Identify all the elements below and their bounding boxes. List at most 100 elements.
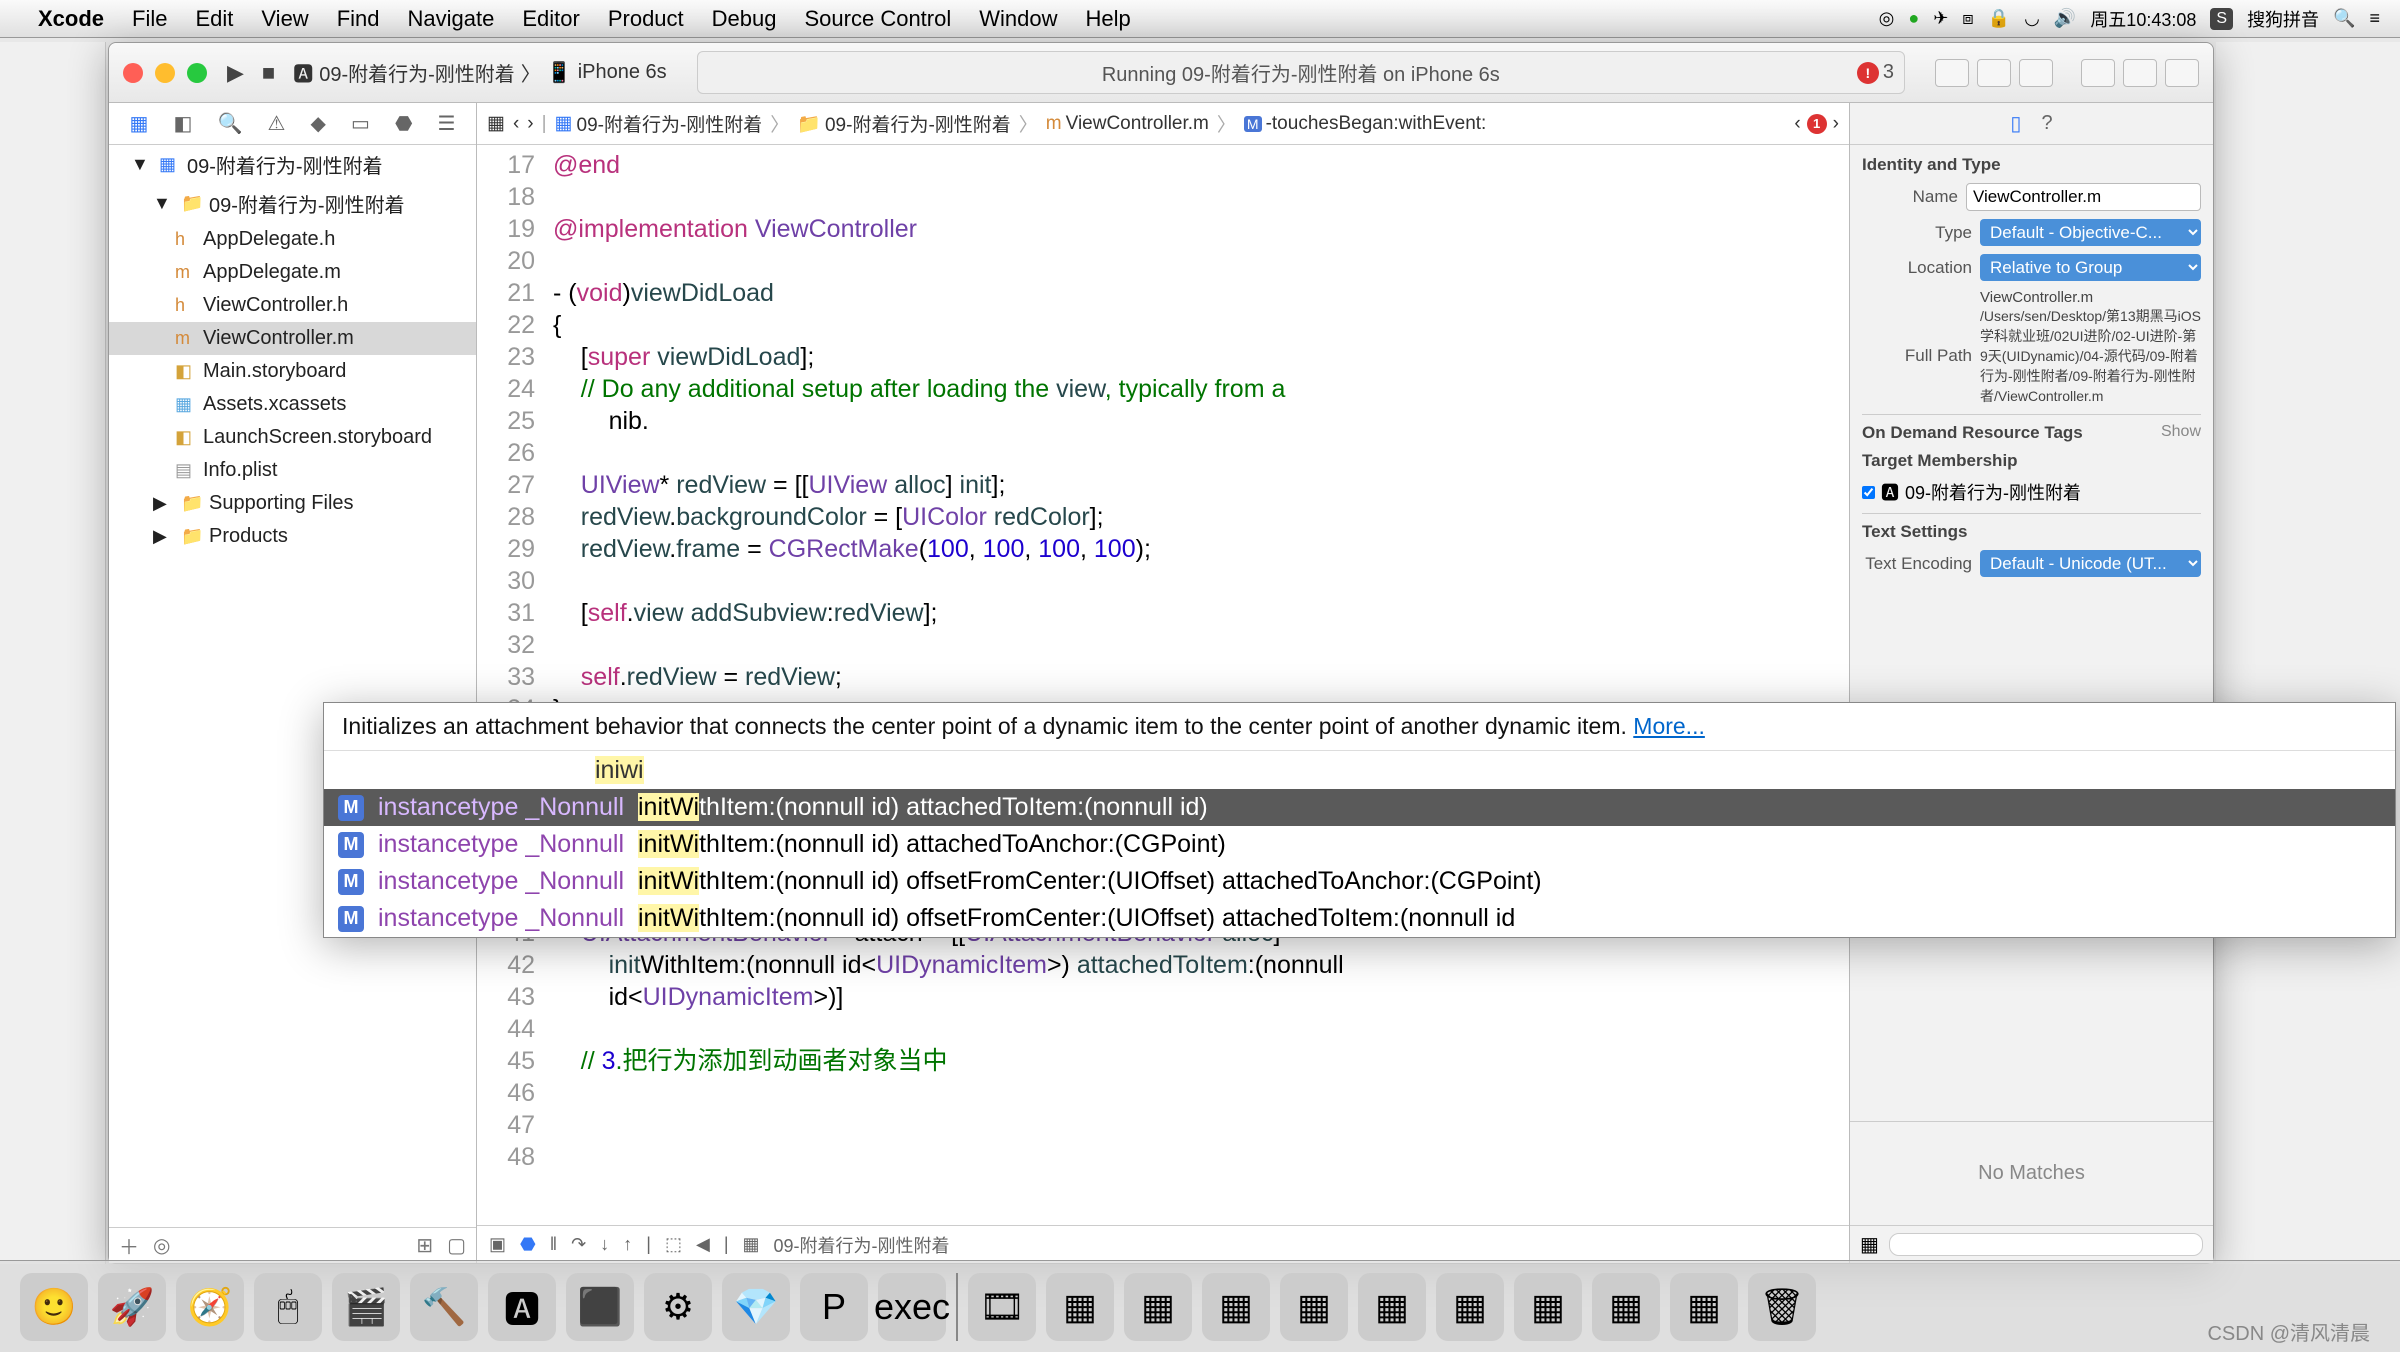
wifi-icon[interactable]: ◡	[2024, 8, 2040, 29]
dock-app[interactable]: ▦	[1046, 1273, 1114, 1341]
search-icon[interactable]: 🔍	[2333, 8, 2355, 29]
debug-view-button[interactable]: ⬚	[665, 1234, 682, 1255]
toggle-inspector-button[interactable]	[2165, 59, 2199, 87]
menu-source-control[interactable]: Source Control	[805, 6, 952, 32]
volume-icon[interactable]: 🔊	[2054, 8, 2076, 29]
autocomplete-item[interactable]: Minstancetype _Nonnull initWithItem:(non…	[324, 863, 2395, 900]
play-status-icon[interactable]: ●	[1908, 8, 1919, 29]
datetime[interactable]: 周五10:43:08	[2090, 6, 2196, 32]
jump-method[interactable]: -touchesBegan:withEvent:	[1266, 113, 1487, 135]
step-out-button[interactable]: ↑	[623, 1234, 632, 1255]
project-root[interactable]: ▼▦09-附着行为-刚性附着	[109, 145, 476, 184]
jump-prev-issue[interactable]: ‹	[1794, 113, 1800, 135]
filter-recent-button[interactable]: ◎	[153, 1233, 170, 1258]
test-navigator-tab[interactable]: ◆	[311, 111, 326, 136]
issue-badge[interactable]: !3	[1857, 61, 1894, 84]
app-menu[interactable]: Xcode	[38, 6, 104, 32]
jump-group[interactable]: 09-附着行为-刚性附着	[825, 110, 1011, 137]
jump-next-issue[interactable]: ›	[1833, 113, 1839, 135]
name-field[interactable]	[1966, 183, 2201, 211]
add-button[interactable]: ＋	[119, 1231, 139, 1260]
menu-help[interactable]: Help	[1086, 6, 1131, 32]
process-name[interactable]: 09-附着行为-刚性附着	[774, 1232, 950, 1258]
filter-icon[interactable]: ▢	[447, 1233, 466, 1258]
qq-icon[interactable]: ◎	[1879, 8, 1895, 29]
debug-toggle-button[interactable]: ▣	[489, 1234, 506, 1255]
menu-editor[interactable]: Editor	[522, 6, 579, 32]
file-viewcontroller-h[interactable]: hViewController.h	[109, 289, 476, 322]
dock-app[interactable]: ▦	[1202, 1273, 1270, 1341]
step-in-button[interactable]: ↓	[600, 1234, 609, 1255]
run-button[interactable]: ▶	[227, 60, 244, 86]
type-select[interactable]: Default - Objective-C...	[1980, 219, 2201, 246]
menu-window[interactable]: Window	[979, 6, 1057, 32]
toggle-debug-button[interactable]	[2123, 59, 2157, 87]
target-checkbox[interactable]	[1862, 486, 1875, 499]
editor-version-button[interactable]	[2019, 59, 2053, 87]
scheme-target[interactable]: iPhone 6s	[578, 61, 667, 84]
minimize-window-button[interactable]	[155, 63, 175, 83]
file-launchscreen[interactable]: ◧LaunchScreen.storyboard	[109, 421, 476, 454]
maximize-window-button[interactable]	[187, 63, 207, 83]
ime-label[interactable]: 搜狗拼音	[2247, 6, 2319, 32]
library-grid-button[interactable]: ▦	[1860, 1232, 1879, 1257]
group-supporting[interactable]: ▶📁Supporting Files	[109, 487, 476, 520]
dock-trash[interactable]: 🗑	[1748, 1273, 1816, 1341]
dock-launchpad[interactable]: 🚀	[98, 1273, 166, 1341]
dock-xcode2[interactable]: 🅰	[488, 1273, 556, 1341]
bluetooth-icon[interactable]: ⧈	[1962, 8, 1973, 29]
dock-sketch[interactable]: 💎	[722, 1273, 790, 1341]
location-select[interactable]: Relative to Group	[1980, 254, 2201, 281]
file-main-storyboard[interactable]: ◧Main.storyboard	[109, 355, 476, 388]
location-button[interactable]: ◀	[696, 1234, 710, 1255]
scheme-name[interactable]: 09-附着行为-刚性附着	[319, 58, 515, 87]
step-over-button[interactable]: ↷	[571, 1234, 586, 1255]
symbol-navigator-tab[interactable]: ◧	[174, 111, 193, 136]
file-appdelegate-m[interactable]: mAppDelegate.m	[109, 256, 476, 289]
filter-scm-button[interactable]: ⊞	[416, 1233, 433, 1258]
ime-icon[interactable]: S	[2210, 8, 2233, 30]
debug-navigator-tab[interactable]: ▭	[351, 111, 370, 136]
dock-app[interactable]: ▦	[1280, 1273, 1348, 1341]
autocomplete-item[interactable]: Minstancetype _Nonnull initWithItem:(non…	[324, 900, 2395, 937]
editor-standard-button[interactable]	[1935, 59, 1969, 87]
group-folder[interactable]: ▼📁09-附着行为-刚性附着	[109, 184, 476, 223]
dock-settings[interactable]: ⚙	[644, 1273, 712, 1341]
stop-button[interactable]: ■	[262, 60, 275, 86]
textenc-select[interactable]: Default - Unicode (UT...	[1980, 550, 2201, 577]
jump-back-button[interactable]: ‹	[513, 113, 519, 135]
ondemand-show[interactable]: Show	[2161, 423, 2201, 451]
menu-edit[interactable]: Edit	[195, 6, 233, 32]
dock-app[interactable]: ▦	[1514, 1273, 1582, 1341]
file-assets[interactable]: ▦Assets.xcassets	[109, 388, 476, 421]
menu-navigate[interactable]: Navigate	[408, 6, 495, 32]
file-appdelegate-h[interactable]: hAppDelegate.h	[109, 223, 476, 256]
dock-app[interactable]: ▦	[1124, 1273, 1192, 1341]
lock-icon[interactable]: 🔒	[1988, 8, 2010, 29]
toggle-navigator-button[interactable]	[2081, 59, 2115, 87]
report-navigator-tab[interactable]: ☰	[438, 111, 456, 136]
related-items-button[interactable]: ▦	[487, 112, 505, 135]
jump-project[interactable]: 09-附着行为-刚性附着	[577, 110, 763, 137]
file-inspector-tab[interactable]: ▯	[2010, 111, 2021, 136]
quickhelp-inspector-tab[interactable]: ?	[2041, 112, 2052, 135]
breakpoint-toggle-button[interactable]: ⬣	[520, 1234, 536, 1255]
continue-button[interactable]: ‖	[550, 1234, 557, 1255]
menu-file[interactable]: File	[132, 6, 167, 32]
menu-product[interactable]: Product	[608, 6, 684, 32]
dock-app[interactable]: ▦	[1670, 1273, 1738, 1341]
library-filter[interactable]	[1889, 1233, 2203, 1256]
menu-debug[interactable]: Debug	[712, 6, 777, 32]
issue-navigator-tab[interactable]: ⚠	[267, 111, 285, 136]
file-info-plist[interactable]: ▤Info.plist	[109, 454, 476, 487]
dock-p[interactable]: P	[800, 1273, 868, 1341]
notification-icon[interactable]: ≡	[2369, 8, 2380, 29]
dock-app[interactable]: ▦	[1436, 1273, 1504, 1341]
more-link[interactable]: More...	[1633, 713, 1705, 739]
code-editor[interactable]: 1718192021222324252627282930313233343536…	[477, 145, 1849, 1225]
editor-assistant-button[interactable]	[1977, 59, 2011, 87]
dock-terminal[interactable]: ⬛	[566, 1273, 634, 1341]
dock-mouse[interactable]: 🖱	[254, 1273, 322, 1341]
menu-view[interactable]: View	[261, 6, 308, 32]
dock-finder[interactable]: 🙂	[20, 1273, 88, 1341]
